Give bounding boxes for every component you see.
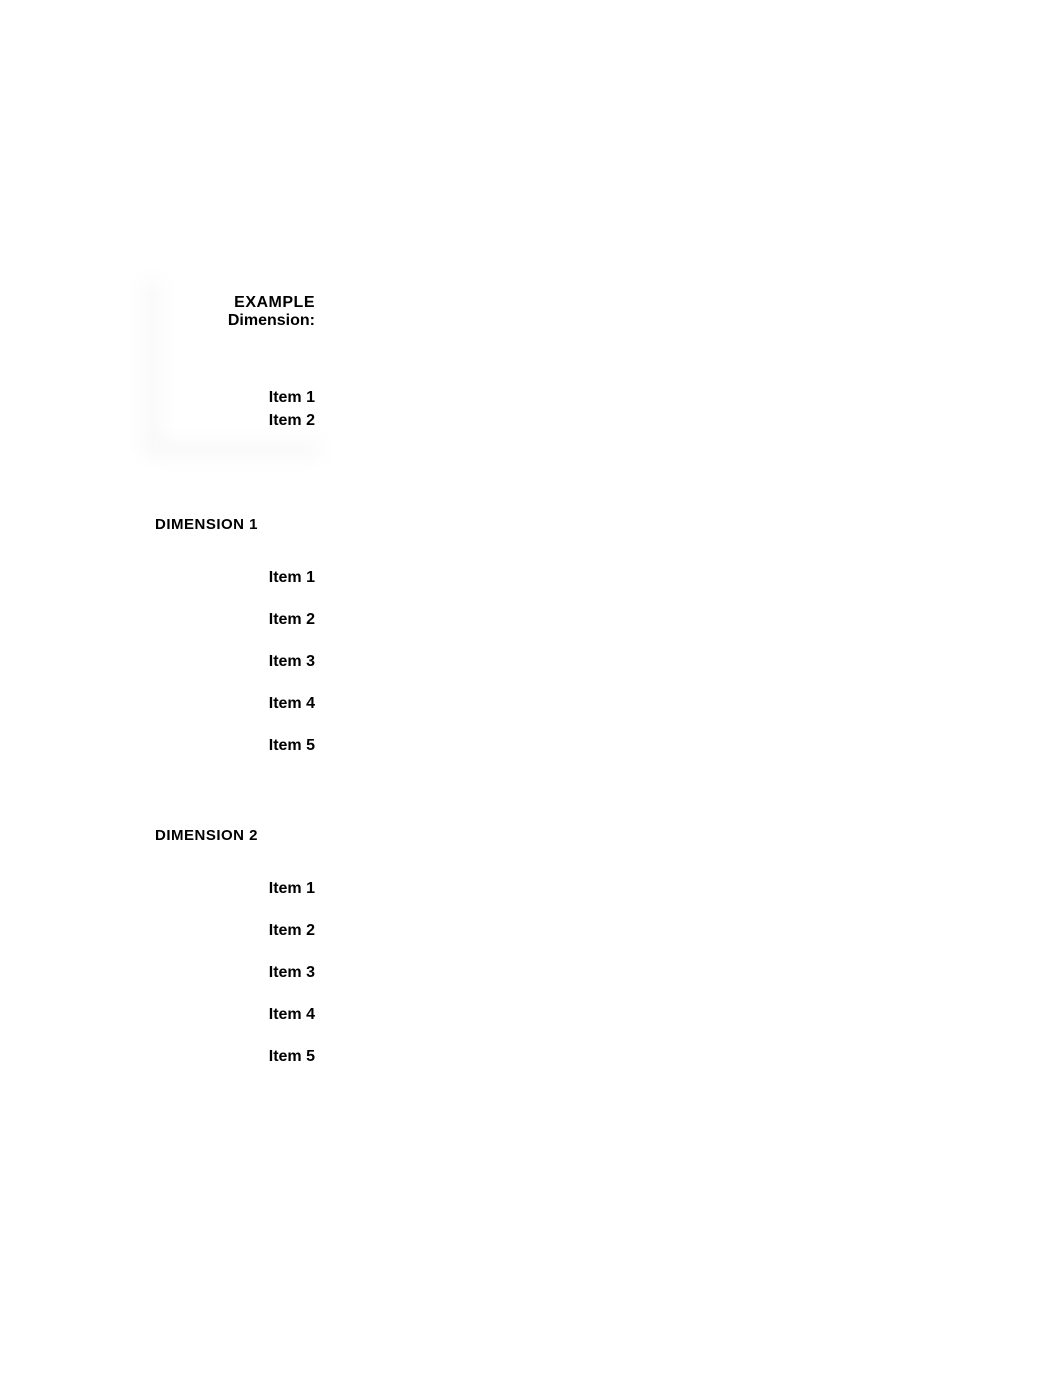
section-item: Item 2 — [155, 922, 315, 940]
section-item: Item 5 — [155, 737, 315, 755]
dimension-section-2: DIMENSION 2 Item 1 Item 2 Item 3 Item 4 … — [155, 827, 315, 1066]
section-title: DIMENSION 2 — [155, 827, 315, 844]
example-item: Item 1 — [155, 386, 315, 409]
section-item: Item 5 — [155, 1048, 315, 1066]
section-title: DIMENSION 1 — [155, 516, 315, 533]
section-item: Item 1 — [155, 880, 315, 898]
section-item: Item 1 — [155, 569, 315, 587]
section-item: Item 4 — [155, 1006, 315, 1024]
example-box: EXAMPLE Dimension: Item 1 Item 2 — [155, 280, 315, 446]
example-title: EXAMPLE — [155, 294, 315, 312]
section-item: Item 3 — [155, 964, 315, 982]
section-item: Item 2 — [155, 611, 315, 629]
section-item: Item 3 — [155, 653, 315, 671]
section-item: Item 4 — [155, 695, 315, 713]
document-container: EXAMPLE Dimension: Item 1 Item 2 DIMENSI… — [155, 280, 315, 1138]
example-subtitle: Dimension: — [155, 312, 315, 330]
example-item: Item 2 — [155, 409, 315, 432]
dimension-section-1: DIMENSION 1 Item 1 Item 2 Item 3 Item 4 … — [155, 516, 315, 755]
